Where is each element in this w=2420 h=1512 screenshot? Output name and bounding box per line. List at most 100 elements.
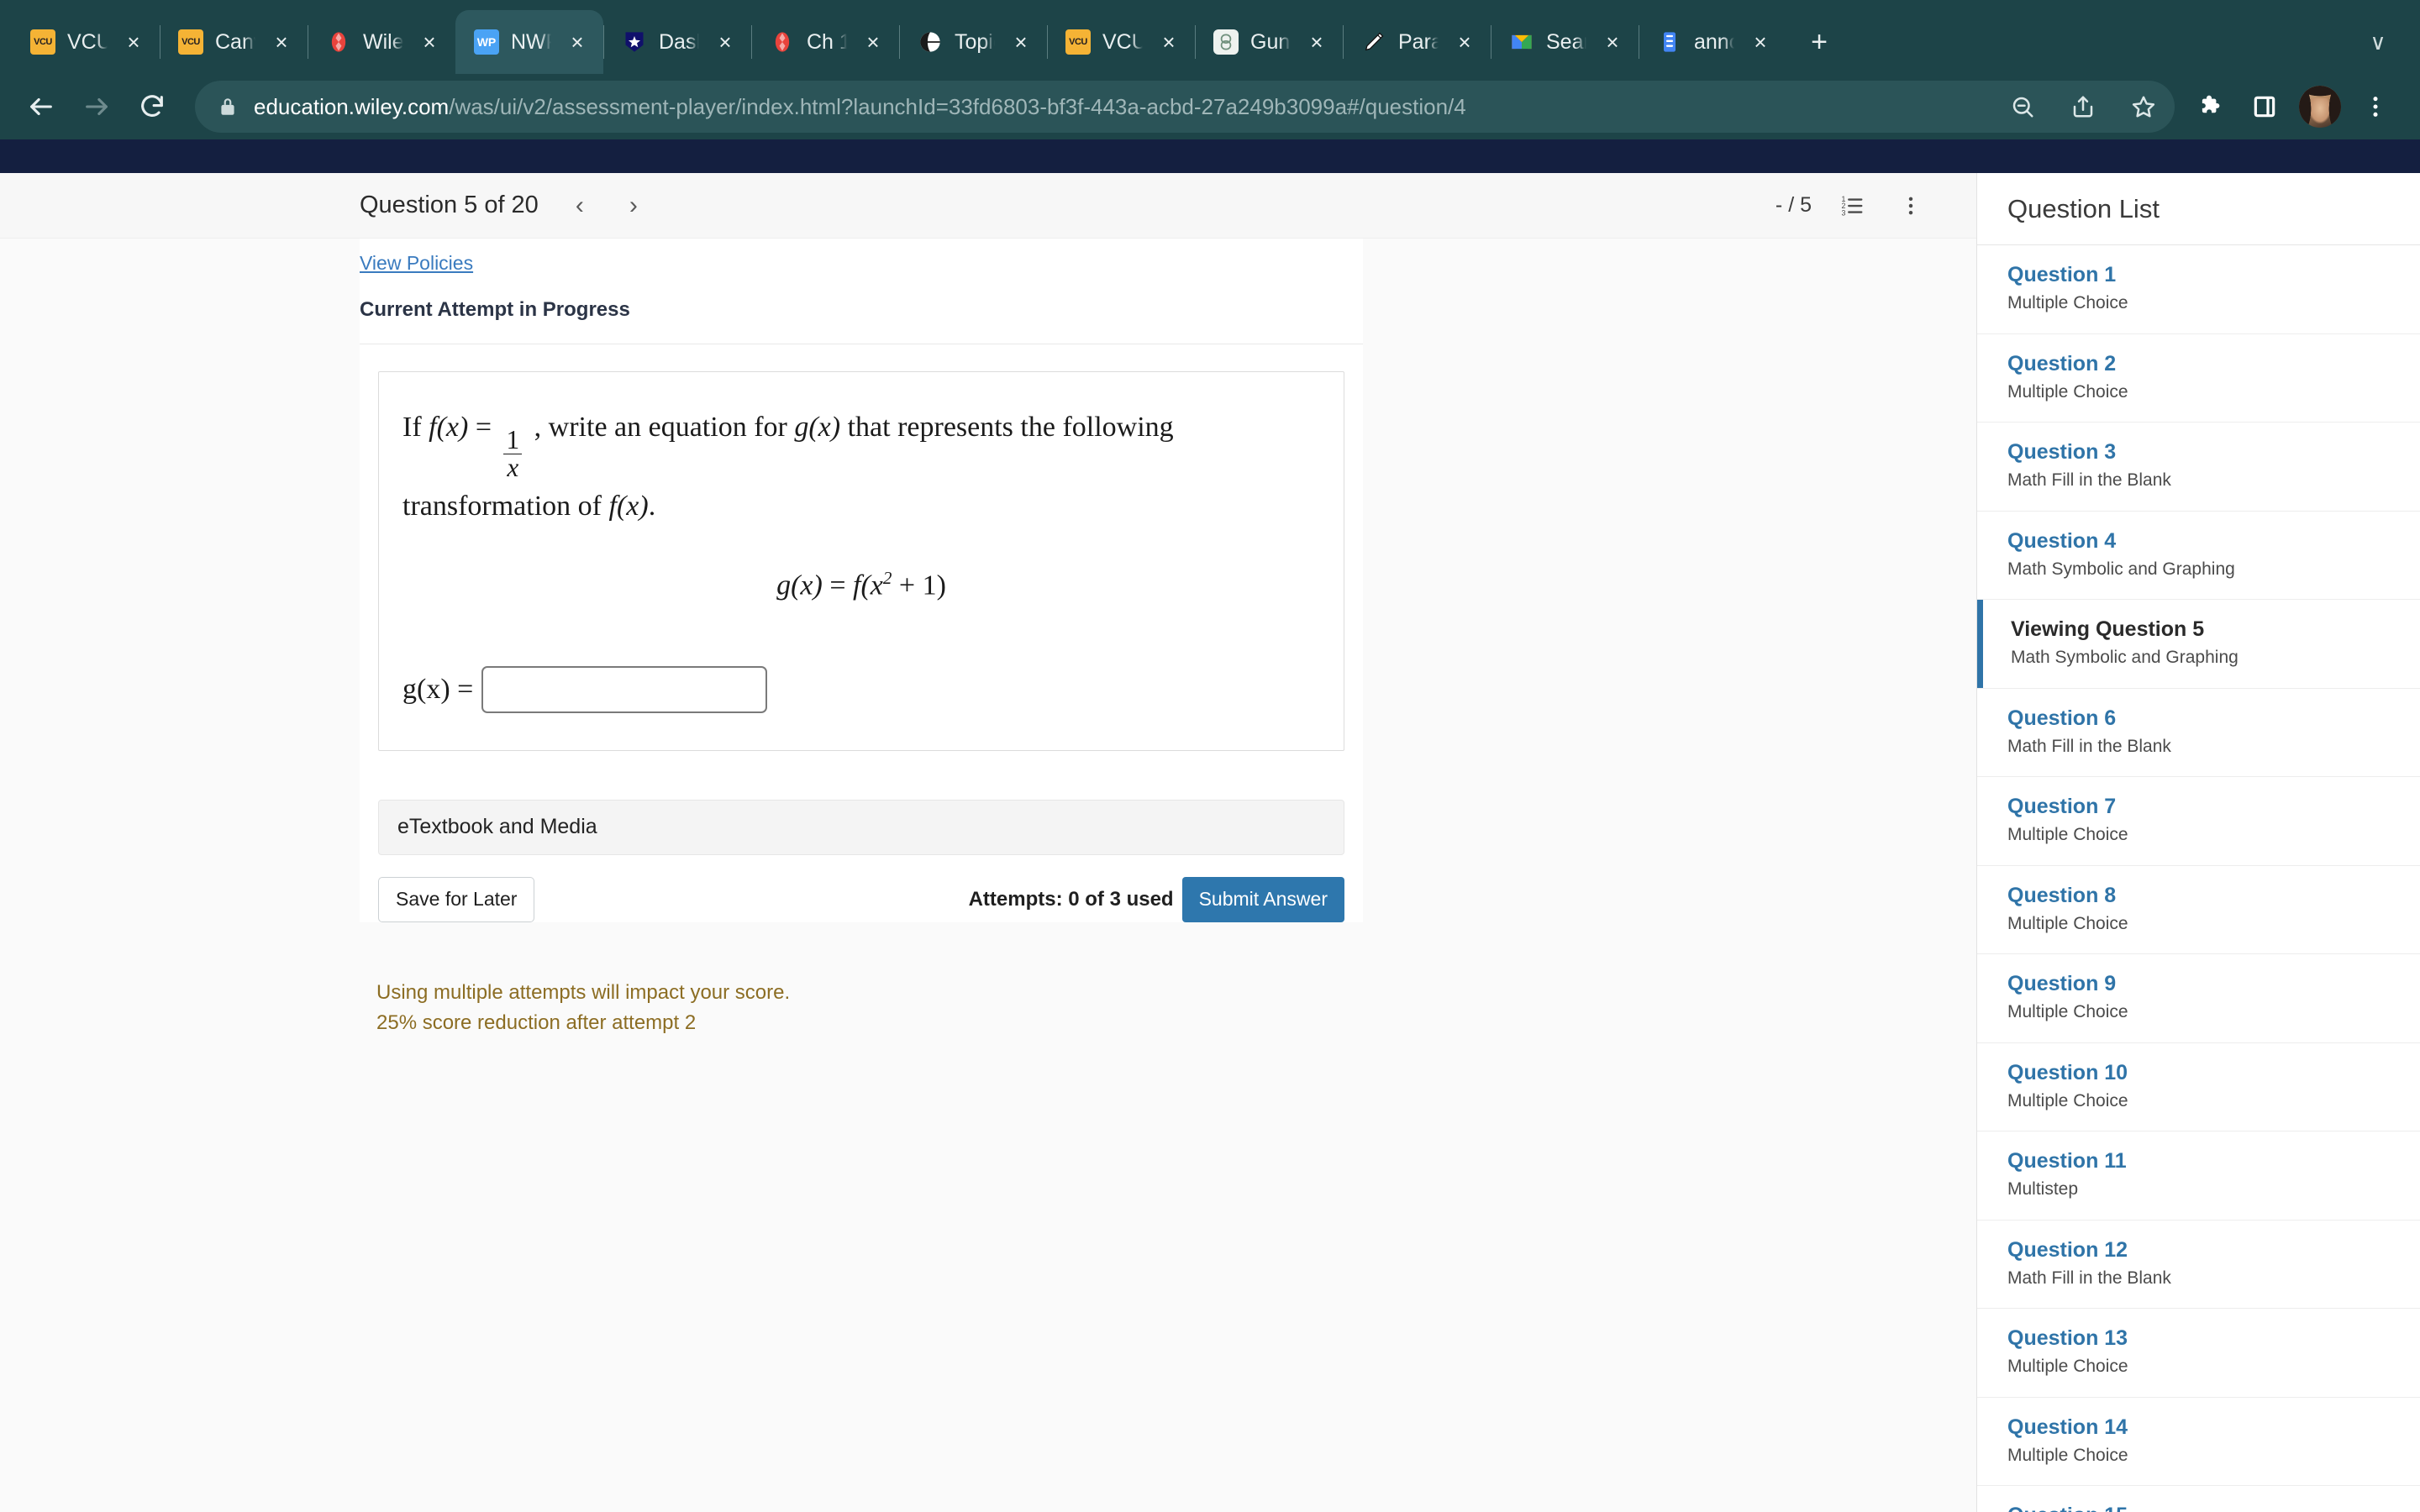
- chrome-menu-kebab-icon[interactable]: [2351, 82, 2400, 131]
- question-list-item-13[interactable]: Question 13 Multiple Choice: [1977, 1309, 2420, 1398]
- fraction-one-over-x: 1 x: [503, 427, 523, 481]
- browser-tab-10[interactable]: Paraphr ×: [1343, 10, 1491, 74]
- dashboard-star-favicon: [622, 29, 647, 55]
- tab-close-icon[interactable]: ×: [1155, 28, 1183, 56]
- question-list-item-name: Question 1: [2007, 263, 2117, 286]
- etextbook-and-media-panel[interactable]: eTextbook and Media: [378, 799, 1344, 855]
- tab-close-icon[interactable]: ×: [415, 28, 444, 56]
- question-list-item-type: Multistep: [2007, 1179, 2079, 1200]
- browser-tab-11[interactable]: Search r ×: [1491, 10, 1639, 74]
- question-list-sidebar: Question List Question 1 Multiple Choice Q…: [1976, 173, 2420, 1512]
- question-list-item-type: Multiple Choice: [2007, 1357, 2128, 1377]
- browser-tab-2[interactable]: VCU Canvas ×: [160, 10, 308, 74]
- view-policies-link[interactable]: View Policies: [360, 252, 473, 274]
- tab-close-icon[interactable]: ×: [1302, 28, 1331, 56]
- gmail-favicon: [1509, 29, 1534, 55]
- save-for-later-button[interactable]: Save for Later: [378, 876, 535, 922]
- warning-line-2: 25% score reduction after attempt 2: [376, 1011, 697, 1035]
- puzzle-extensions-icon[interactable]: [2186, 82, 2235, 131]
- question-list-item-8[interactable]: Question 8 Multiple Choice: [1977, 866, 2420, 954]
- question-list-item-7[interactable]: Question 7 Multiple Choice: [1977, 777, 2420, 866]
- question-list-item-name: Question 2: [2007, 351, 2117, 375]
- question-list-item-9[interactable]: Question 9 Multiple Choice: [1977, 954, 2420, 1043]
- new-tab-button[interactable]: +: [1795, 18, 1844, 66]
- question-list-item-6[interactable]: Question 6 Math Fill in the Blank: [1977, 689, 2420, 777]
- prompt-f-of-x: f(x): [429, 412, 469, 443]
- question-header-bar: Question 5 of 20 ‹ › - / 5 1 2 3: [0, 173, 1976, 239]
- profile-avatar[interactable]: [2299, 86, 2341, 128]
- tab-close-icon[interactable]: ×: [1007, 28, 1035, 56]
- tab-search-chevron-icon[interactable]: ∨: [2356, 20, 2400, 64]
- question-prompt: If f(x) = 1 x , write an equation for g(…: [402, 402, 1320, 531]
- page-title: Question 5 of 20: [360, 192, 539, 218]
- browser-tab-9[interactable]: Gun Vio ×: [1195, 10, 1343, 74]
- prompt-period: .: [648, 490, 656, 522]
- tab-close-icon[interactable]: ×: [711, 28, 739, 56]
- browser-tab-6[interactable]: Ch 1 Ho ×: [751, 10, 899, 74]
- url-text: education.wiley.com/was/ui/v2/assessment…: [254, 93, 1466, 119]
- tab-close-icon[interactable]: ×: [1598, 28, 1627, 56]
- question-list-item-5[interactable]: Viewing Question 5 Math Symbolic and Grap…: [1977, 600, 2420, 689]
- tab-strip: VCUVCU - C×VCUCanvas×Wiley W×WPNWP As×Da…: [0, 0, 2420, 74]
- previous-question-button[interactable]: ‹: [560, 186, 599, 225]
- question-list-item-11[interactable]: Question 11 Multistep: [1977, 1131, 2420, 1221]
- question-list-item-12[interactable]: Question 12 Math Fill in the Blank: [1977, 1221, 2420, 1309]
- address-bar[interactable]: education.wiley.com/was/ui/v2/assessment…: [195, 81, 2175, 133]
- etextbook-and-media-label: eTextbook and Media: [397, 815, 597, 839]
- tab-close-icon[interactable]: ×: [1450, 28, 1479, 56]
- share-icon[interactable]: [2060, 84, 2106, 129]
- question-list-item-10[interactable]: Question 10 Multiple Choice: [1977, 1043, 2420, 1131]
- page-body: Question 5 of 20 ‹ › - / 5 1 2 3 View Po…: [0, 173, 2420, 1512]
- attempt-warning-block: Using multiple attempts will impact your…: [0, 978, 1003, 1039]
- reload-button[interactable]: [126, 81, 178, 133]
- question-list-item-14[interactable]: Question 14 Multiple Choice: [1977, 1398, 2420, 1486]
- browser-tab-12[interactable]: annotati ×: [1639, 10, 1786, 74]
- annotation-favicon: [1657, 29, 1682, 55]
- browser-tab-4[interactable]: WP NWP As ×: [455, 10, 603, 74]
- question-list-item-name: Viewing Question 5: [2011, 617, 2205, 641]
- prompt-prefix: If: [402, 412, 422, 443]
- openai-favicon: [1213, 29, 1239, 55]
- question-list-item-name: Question 10: [2007, 1060, 2128, 1084]
- tab-close-icon[interactable]: ×: [859, 28, 887, 56]
- tab-close-icon[interactable]: ×: [563, 28, 592, 56]
- submit-answer-button[interactable]: Submit Answer: [1181, 876, 1344, 922]
- question-list-item-type: Math Symbolic and Graphing: [2007, 559, 2235, 579]
- answer-input[interactable]: [481, 665, 768, 713]
- question-list-item-15[interactable]: Question 15Math Fill in the Blank: [1977, 1486, 2420, 1512]
- action-button-row: Save for Later Attempts: 0 of 3 used Sub…: [378, 876, 1344, 922]
- browser-toolbar: education.wiley.com/was/ui/v2/assessment…: [0, 74, 2420, 139]
- question-more-kebab-icon[interactable]: [1892, 187, 1929, 224]
- page-viewport: Question 5 of 20 ‹ › - / 5 1 2 3 View Po…: [0, 139, 2420, 1512]
- tab-close-icon[interactable]: ×: [267, 28, 296, 56]
- question-list-item-4[interactable]: Question 4 Math Symbolic and Graphing: [1977, 512, 2420, 600]
- bookmark-star-icon[interactable]: [2121, 84, 2166, 129]
- browser-tab-7[interactable]: Topic O ×: [899, 10, 1047, 74]
- question-list-item-name: Question 9: [2007, 972, 2117, 995]
- question-list-item-2[interactable]: Question 2 Multiple Choice: [1977, 334, 2420, 423]
- zoom-out-icon[interactable]: [2000, 84, 2045, 129]
- question-list-item-name: Question 3: [2007, 440, 2117, 464]
- toolbar-right-icons: [2186, 82, 2400, 131]
- tab-title: Canvas: [215, 29, 255, 54]
- tab-close-icon[interactable]: ×: [119, 28, 148, 56]
- question-list-item-type: Multiple Choice: [2007, 825, 2128, 845]
- tab-title: Search r: [1546, 29, 1586, 54]
- view-policies-row: View Policies: [360, 239, 1363, 285]
- tab-close-icon[interactable]: ×: [1746, 28, 1775, 56]
- browser-tab-3[interactable]: Wiley W ×: [308, 10, 455, 74]
- question-list-item-3[interactable]: Question 3 Math Fill in the Blank: [1977, 423, 2420, 512]
- next-question-button[interactable]: ›: [614, 186, 653, 225]
- question-list-item-1[interactable]: Question 1 Multiple Choice: [1977, 245, 2420, 334]
- fraction-numerator: 1: [506, 425, 520, 454]
- browser-tab-5[interactable]: Dashbo ×: [603, 10, 751, 74]
- warning-line-1: Using multiple attempts will impact your…: [376, 981, 791, 1004]
- forward-button[interactable]: [71, 81, 123, 133]
- numbered-list-icon[interactable]: 1 2 3: [1833, 187, 1870, 224]
- browser-tab-8[interactable]: VCU VCU Lib ×: [1047, 10, 1195, 74]
- back-button[interactable]: [15, 81, 67, 133]
- browser-tab-1[interactable]: VCU VCU - C ×: [12, 10, 160, 74]
- side-panel-icon[interactable]: [2240, 82, 2289, 131]
- prompt-equals: =: [475, 412, 492, 443]
- question-list-item-type: Multiple Choice: [2007, 381, 2128, 402]
